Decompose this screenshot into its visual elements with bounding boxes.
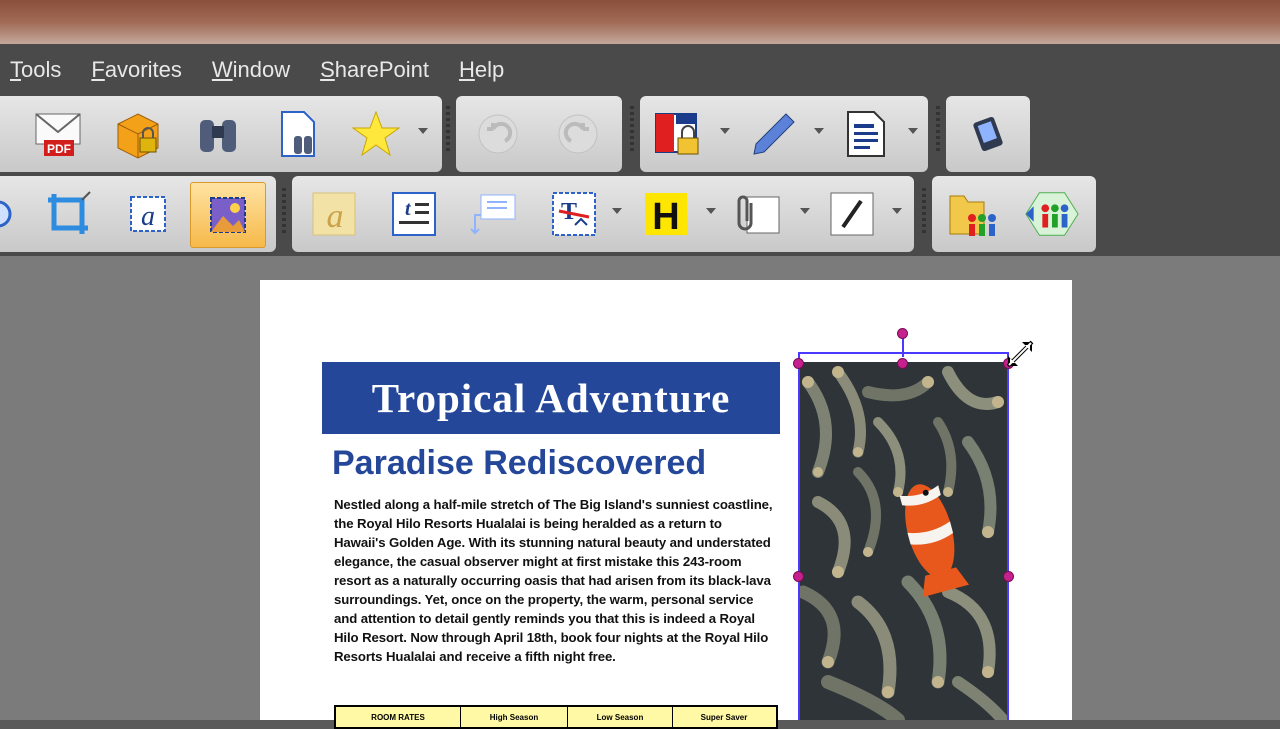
- toolbar-edit: a: [0, 176, 276, 252]
- selection-frame: [798, 352, 1009, 720]
- menu-favorites[interactable]: Favorites: [91, 57, 182, 83]
- highlight-h-icon[interactable]: H: [638, 186, 694, 242]
- window-titlebar-blur: [0, 0, 1280, 44]
- toolbar-undo: [456, 96, 622, 172]
- device-icon[interactable]: [960, 106, 1016, 162]
- toolbar-grip[interactable]: [630, 106, 634, 154]
- signature-icon[interactable]: a: [306, 186, 362, 242]
- secure-package-icon[interactable]: [110, 106, 166, 162]
- text-edit-dropdown-arrow[interactable]: [612, 208, 622, 214]
- image-select-icon[interactable]: [190, 182, 266, 248]
- toolbar-device: [946, 96, 1030, 172]
- toolbar-share: [932, 176, 1096, 252]
- toolbar-grip[interactable]: [446, 106, 450, 154]
- table-header-cell: ROOM RATES: [336, 707, 461, 727]
- subhead-title: Paradise Rediscovered: [332, 444, 707, 482]
- toolbar-comment: a t T H: [292, 176, 914, 252]
- star-icon[interactable]: [348, 106, 404, 162]
- attachment-dropdown-arrow[interactable]: [800, 208, 810, 214]
- pencil-dropdown-arrow[interactable]: [814, 128, 824, 134]
- resize-handle-right[interactable]: [1003, 571, 1014, 582]
- menu-tools[interactable]: Tools: [10, 57, 61, 83]
- text-field-icon[interactable]: a: [120, 186, 176, 242]
- banner-title: Tropical Adventure: [322, 362, 780, 434]
- crop-icon[interactable]: [40, 186, 96, 242]
- security-dropdown-arrow[interactable]: [720, 128, 730, 134]
- diagonal-resize-cursor-icon: [1000, 334, 1040, 379]
- menu-sharepoint[interactable]: SharePoint: [320, 57, 429, 83]
- highlight-dropdown-arrow[interactable]: [706, 208, 716, 214]
- line-dropdown-arrow[interactable]: [892, 208, 902, 214]
- document-search-icon[interactable]: [270, 106, 326, 162]
- menu-window[interactable]: Window: [212, 57, 290, 83]
- security-lock-icon[interactable]: [650, 106, 706, 162]
- users-share-icon[interactable]: [1024, 186, 1080, 242]
- svg-text:a: a: [327, 198, 344, 235]
- resize-handle-left[interactable]: [793, 571, 804, 582]
- pencil-icon[interactable]: [746, 106, 802, 162]
- line-icon[interactable]: [824, 186, 880, 242]
- menu-help[interactable]: Help: [459, 57, 504, 83]
- text-box-icon[interactable]: t: [386, 186, 442, 242]
- toolbar-file: PDF: [0, 96, 442, 172]
- toolbar-grip[interactable]: [282, 188, 286, 236]
- document-dropdown-arrow[interactable]: [908, 128, 918, 134]
- document-lines-icon[interactable]: [838, 106, 894, 162]
- folder-users-icon[interactable]: [944, 186, 1000, 242]
- attachment-icon[interactable]: [730, 186, 786, 242]
- callout-icon[interactable]: [466, 186, 522, 242]
- redo-icon[interactable]: [550, 106, 606, 162]
- pdf-badge-text: PDF: [47, 142, 71, 156]
- star-dropdown-arrow[interactable]: [418, 128, 428, 134]
- email-pdf-icon[interactable]: PDF: [30, 106, 86, 162]
- rotate-handle[interactable]: [897, 328, 908, 339]
- resize-handle-top[interactable]: [897, 358, 908, 369]
- table-header-cell: Super Saver: [700, 712, 748, 722]
- menu-bar: Tools Favorites Window SharePoint Help: [0, 44, 1280, 96]
- toolbar-security: [640, 96, 928, 172]
- table-header-cell: Low Season: [568, 707, 673, 727]
- highlight-letter: H: [652, 196, 679, 238]
- toolbar-grip[interactable]: [936, 106, 940, 154]
- toolbar-grip[interactable]: [922, 188, 926, 236]
- binoculars-icon[interactable]: [190, 106, 246, 162]
- body-paragraph: Nestled along a half-mile stretch of The…: [334, 497, 773, 664]
- resize-handle-top-left[interactable]: [793, 358, 804, 369]
- room-rates-table: ROOM RATES High Season Low Season Super …: [334, 705, 778, 729]
- undo-icon[interactable]: [470, 106, 526, 162]
- text-edit-icon[interactable]: T: [546, 186, 602, 242]
- svg-text:a: a: [141, 201, 155, 232]
- table-header-cell: High Season: [461, 707, 568, 727]
- toolbar-area: PDF a a t H: [0, 96, 1280, 256]
- arrow-icon[interactable]: [0, 186, 34, 242]
